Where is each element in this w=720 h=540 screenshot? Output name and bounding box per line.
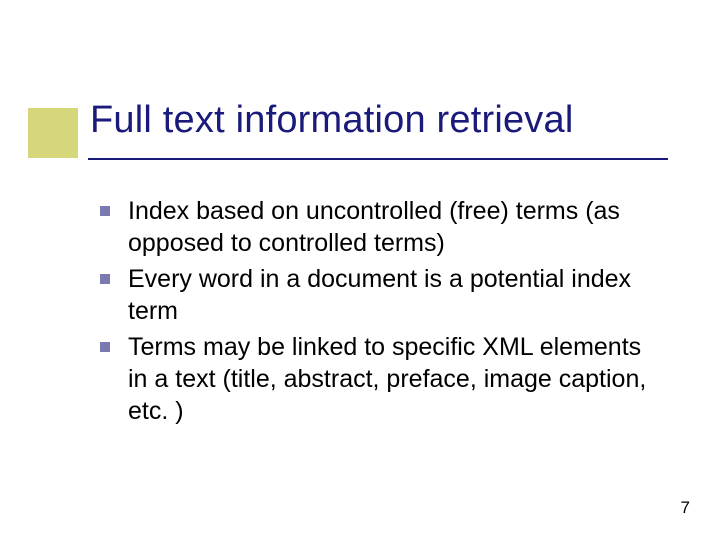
list-item: Every word in a document is a potential … — [100, 263, 665, 327]
page-number: 7 — [681, 498, 690, 518]
slide: Full text information retrieval Index ba… — [0, 0, 720, 540]
list-item: Index based on uncontrolled (free) terms… — [100, 195, 665, 259]
body: Index based on uncontrolled (free) terms… — [100, 195, 665, 431]
title-underline — [88, 158, 668, 160]
list-item-text: Terms may be linked to specific XML elem… — [128, 331, 665, 427]
accent-square — [28, 108, 78, 158]
square-bullet-icon — [100, 274, 110, 284]
slide-title: Full text information retrieval — [90, 100, 680, 142]
square-bullet-icon — [100, 342, 110, 352]
title-wrap: Full text information retrieval — [90, 100, 680, 142]
square-bullet-icon — [100, 206, 110, 216]
list-item-text: Every word in a document is a potential … — [128, 263, 665, 327]
list-item: Terms may be linked to specific XML elem… — [100, 331, 665, 427]
list-item-text: Index based on uncontrolled (free) terms… — [128, 195, 665, 259]
